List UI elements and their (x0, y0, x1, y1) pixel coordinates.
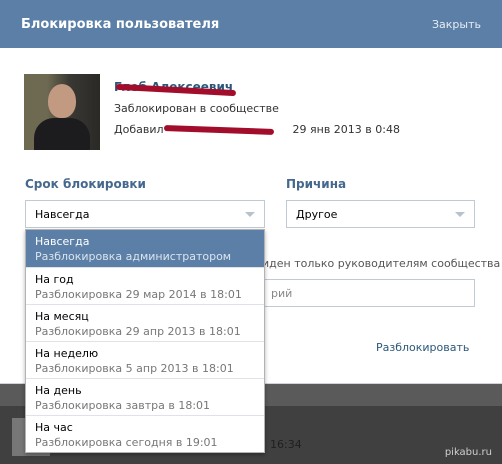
comment-input[interactable]: рий (262, 279, 475, 307)
dialog-title: Блокировка пользователя (21, 16, 220, 32)
reason-select-value: Другое (296, 207, 338, 221)
term-option-week[interactable]: На неделю Разблокировка 5 апр 2013 в 18:… (26, 341, 264, 378)
user-name[interactable]: Глеб Алексеевич (114, 80, 400, 98)
user-profile: Глеб Алексеевич Заблокирован в сообществ… (24, 74, 400, 150)
added-prefix: Добавил (114, 123, 164, 136)
block-status: Заблокирован в сообществе (114, 102, 279, 115)
unblock-button[interactable]: Разблокировать (376, 341, 469, 354)
watermark: pikabu.ru (444, 447, 492, 458)
term-select[interactable]: Навсегда (25, 200, 265, 228)
term-dropdown-list: Навсегда Разблокировка администратором Н… (25, 229, 265, 453)
comment-placeholder: рий (271, 286, 293, 300)
term-option-year[interactable]: На год Разблокировка 29 мар 2014 в 18:01 (26, 267, 264, 304)
term-option-month[interactable]: На месяц Разблокировка 29 апр 2013 в 18:… (26, 304, 264, 341)
reason-select[interactable]: Другое (286, 200, 475, 228)
block-user-dialog: Блокировка пользователя Закрыть Глеб Але… (0, 0, 502, 453)
term-option-forever[interactable]: Навсегда Разблокировка администратором (26, 230, 264, 267)
redaction-scribble (163, 125, 275, 135)
term-option-day[interactable]: На день Разблокировка завтра в 18:01 (26, 378, 264, 415)
user-avatar[interactable] (24, 74, 100, 150)
reason-label: Причина (286, 177, 347, 191)
term-option-hour[interactable]: На час Разблокировка сегодня в 19:01 (26, 415, 264, 452)
chevron-down-icon (245, 212, 255, 217)
added-by: Добавил 29 янв 2013 в 0:48 (114, 123, 400, 136)
background-timestamp: 16:34 (270, 438, 302, 451)
dialog-header: Блокировка пользователя Закрыть (0, 0, 502, 48)
term-label: Срок блокировки (25, 177, 146, 191)
comment-hint: иден только руководителям сообщества (262, 257, 501, 270)
chevron-down-icon (455, 212, 465, 217)
close-button[interactable]: Закрыть (432, 18, 481, 31)
added-date: 29 янв 2013 в 0:48 (292, 123, 400, 136)
term-select-value: Навсегда (35, 207, 90, 221)
user-info: Глеб Алексеевич Заблокирован в сообществ… (114, 74, 400, 150)
